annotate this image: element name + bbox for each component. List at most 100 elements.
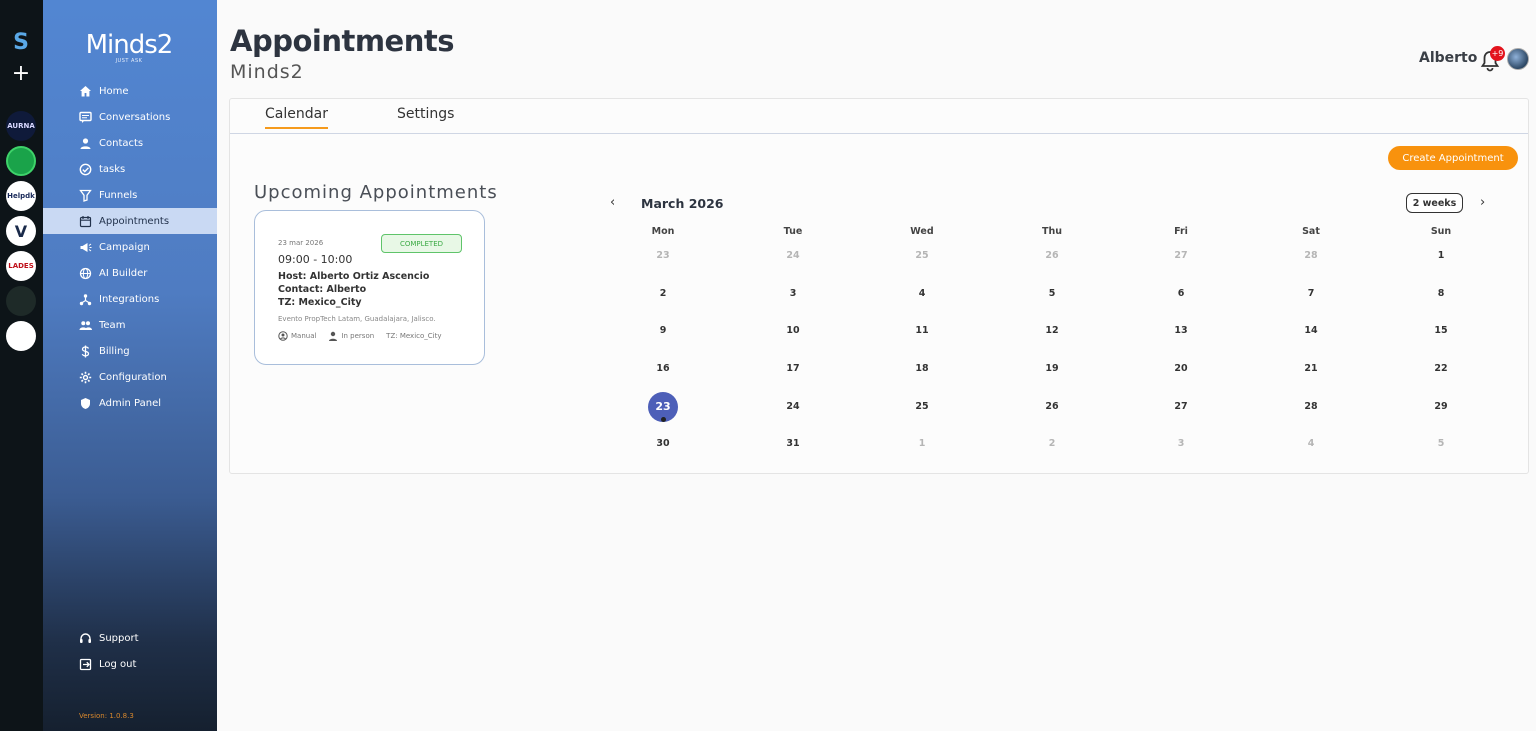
calendar-day[interactable]: 5 <box>1426 429 1456 459</box>
sidebar-item-label: Integrations <box>99 293 160 305</box>
calendar-day[interactable]: 8 <box>1426 279 1456 309</box>
avatar[interactable] <box>1507 48 1529 70</box>
sidebar-item-label: Home <box>99 85 129 97</box>
mode-meta: In person <box>328 331 380 341</box>
calendar-day[interactable]: 24 <box>778 392 808 422</box>
calendar-day[interactable]: 1 <box>1426 241 1456 271</box>
sidebar-item-configuration[interactable]: Configuration <box>43 364 217 390</box>
calendar-day[interactable]: 26 <box>1037 241 1067 271</box>
weekday-header: Sun <box>1430 226 1452 237</box>
calendar-day[interactable]: 4 <box>907 279 937 309</box>
calendar-day[interactable]: 23 <box>648 241 678 271</box>
calendar-day[interactable]: 2 <box>648 279 678 309</box>
appointment-date: 23 mar 2026 <box>278 239 324 247</box>
calendar-day[interactable]: 5 <box>1037 279 1067 309</box>
sidebar-item-home[interactable]: Home <box>43 78 217 104</box>
calendar-day[interactable]: 20 <box>1166 354 1196 384</box>
workspace-avatar[interactable]: AURNA <box>6 111 36 141</box>
page-subtitle: Minds2 <box>230 61 304 83</box>
workspace-label: AURNA <box>7 122 35 130</box>
calendar-day[interactable]: 2 <box>1037 429 1067 459</box>
weekday-header: Thu <box>1041 226 1062 237</box>
calendar-day[interactable]: 30 <box>648 429 678 459</box>
calendar-day[interactable]: 14 <box>1296 316 1326 346</box>
tab-calendar[interactable]: Calendar <box>265 106 328 129</box>
calendar-day[interactable]: 27 <box>1166 241 1196 271</box>
status-badge: COMPLETED <box>381 234 462 253</box>
calendar-day[interactable]: 19 <box>1037 354 1067 384</box>
calendar-day[interactable]: 17 <box>778 354 808 384</box>
workspace-avatar[interactable] <box>6 146 36 176</box>
workspace-label: LADES <box>8 262 34 270</box>
mode-label: In person <box>341 332 375 340</box>
calendar-day[interactable]: 6 <box>1166 279 1196 309</box>
sidebar-item-funnels[interactable]: Funnels <box>43 182 217 208</box>
sidebar-item-tasks[interactable]: tasks <box>43 156 217 182</box>
calendar-day[interactable]: 12 <box>1037 316 1067 346</box>
appointment-host: Host: Alberto Ortiz Ascencio <box>278 271 430 282</box>
workspace-avatar[interactable]: V <box>6 216 36 246</box>
brand-icon[interactable]: S <box>10 32 32 54</box>
calendar-day[interactable]: 13 <box>1166 316 1196 346</box>
sidebar-item-support[interactable]: Support <box>43 625 217 651</box>
person-icon <box>79 137 92 150</box>
main-card: Calendar Settings Create Appointment Upc… <box>229 98 1529 474</box>
calendar-day[interactable]: 10 <box>778 316 808 346</box>
network-icon <box>79 293 92 306</box>
calendar-day[interactable]: 25 <box>907 392 937 422</box>
sidebar-item-integrations[interactable]: Integrations <box>43 286 217 312</box>
filter-icon <box>79 189 92 202</box>
sidebar: Minds2 JUST ASK Home Conversations Contact… <box>43 0 217 731</box>
sidebar-item-team[interactable]: Team <box>43 312 217 338</box>
user-name[interactable]: Alberto <box>1419 50 1477 66</box>
workspace-avatar[interactable] <box>6 321 36 351</box>
calendar-day[interactable]: 28 <box>1296 241 1326 271</box>
calendar-day[interactable]: 9 <box>648 316 678 346</box>
range-toggle-button[interactable]: 2 weeks <box>1406 193 1463 213</box>
calendar-day[interactable]: 27 <box>1166 392 1196 422</box>
calendar-month: March 2026 <box>641 196 724 211</box>
sidebar-item-label: Funnels <box>99 189 138 201</box>
calendar-day[interactable]: 28 <box>1296 392 1326 422</box>
workspace-avatar[interactable]: LADES <box>6 251 36 281</box>
calendar-day[interactable]: 26 <box>1037 392 1067 422</box>
sidebar-item-appointments[interactable]: Appointments <box>43 208 217 234</box>
sidebar-item-label: Support <box>99 632 139 644</box>
calendar-day[interactable]: 16 <box>648 354 678 384</box>
calendar-day[interactable]: 3 <box>778 279 808 309</box>
calendar-day[interactable]: 25 <box>907 241 937 271</box>
calendar-day[interactable]: 24 <box>778 241 808 271</box>
tab-settings[interactable]: Settings <box>397 106 454 122</box>
next-period-button[interactable]: › <box>1480 195 1485 210</box>
calendar-day[interactable]: 3 <box>1166 429 1196 459</box>
sidebar-item-log-out[interactable]: Log out <box>43 651 217 677</box>
calendar-day[interactable]: 18 <box>907 354 937 384</box>
check-circle-icon <box>79 163 92 176</box>
calendar-day[interactable]: 11 <box>907 316 937 346</box>
add-workspace-button[interactable]: + <box>11 62 31 86</box>
megaphone-icon <box>79 241 92 254</box>
calendar-day[interactable]: 15 <box>1426 316 1456 346</box>
sidebar-item-billing[interactable]: Billing <box>43 338 217 364</box>
workspace-avatar[interactable] <box>6 286 36 316</box>
appointment-card[interactable]: 23 mar 2026 COMPLETED 09:00 - 10:00 Host… <box>254 210 485 365</box>
create-appointment-button[interactable]: Create Appointment <box>1388 146 1518 170</box>
calendar-day[interactable]: 7 <box>1296 279 1326 309</box>
prev-period-button[interactable]: ‹ <box>610 195 615 210</box>
calendar-day[interactable]: 31 <box>778 429 808 459</box>
sidebar-item-conversations[interactable]: Conversations <box>43 104 217 130</box>
person-icon <box>329 331 338 341</box>
calendar-day[interactable]: 22 <box>1426 354 1456 384</box>
calendar-day[interactable]: 21 <box>1296 354 1326 384</box>
sidebar-item-ai-builder[interactable]: AI Builder <box>43 260 217 286</box>
sidebar-item-admin-panel[interactable]: Admin Panel <box>43 390 217 416</box>
calendar-day[interactable]: 29 <box>1426 392 1456 422</box>
workspace-avatar[interactable]: Helpdk <box>6 181 36 211</box>
admin-icon <box>79 397 92 410</box>
calendar-day[interactable]: 4 <box>1296 429 1326 459</box>
sidebar-item-contacts[interactable]: Contacts <box>43 130 217 156</box>
calendar-day[interactable]: 1 <box>907 429 937 459</box>
workspace-rail: S + AURNA Helpdk V LADES <box>0 0 43 731</box>
sidebar-item-label: Log out <box>99 658 137 670</box>
sidebar-item-campaign[interactable]: Campaign <box>43 234 217 260</box>
